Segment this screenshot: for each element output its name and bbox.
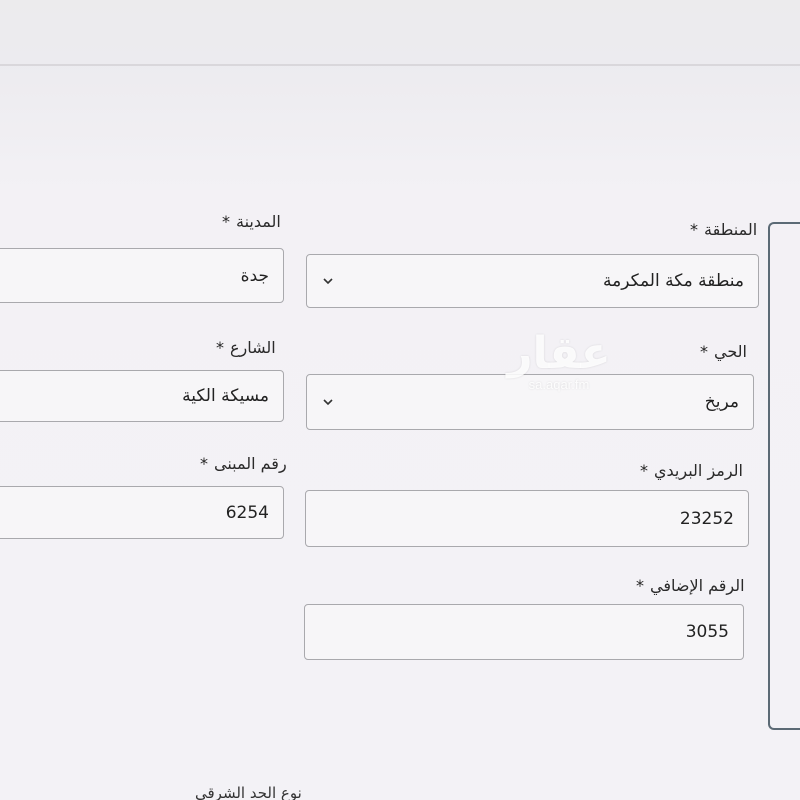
region-select-value: منطقة مكة المكرمة — [602, 271, 744, 291]
city-label: المدينة * — [222, 212, 281, 231]
street-field-value: مسيكة الكية — [182, 386, 269, 406]
additional-number-field-value: 3055 — [685, 622, 729, 642]
additional-number-label: الرقم الإضافي * — [636, 576, 745, 595]
additional-number-field[interactable]: 3055 — [304, 604, 744, 660]
postal-code-field-value: 23252 — [679, 508, 734, 529]
region-label-text: المنطقة — [704, 220, 758, 239]
aqar-watermark: عقار sa.aqar.fm — [494, 330, 624, 392]
region-required-mark: * — [690, 220, 698, 239]
chevron-down-icon — [323, 278, 333, 285]
street-required-mark: * — [216, 338, 224, 357]
chevron-down-icon — [323, 399, 333, 406]
watermark-logo: عقار — [507, 328, 611, 379]
street-label-text: الشارع — [230, 338, 276, 357]
additional-number-label-text: الرقم الإضافي — [650, 576, 745, 595]
building-number-field-value: 6254 — [225, 502, 269, 523]
district-label-text: الحي — [714, 342, 747, 361]
east-boundary-type-label: نوع الحد الشرقي — [195, 784, 302, 800]
postal-code-label: الرمز البريدي * — [640, 461, 743, 480]
city-field-value: جدة — [240, 265, 269, 286]
right-panel-edge — [768, 222, 800, 730]
region-label: المنطقة * — [690, 220, 757, 239]
city-field[interactable]: جدة — [0, 248, 284, 303]
district-required-mark: * — [700, 342, 708, 361]
postal-code-required-mark: * — [640, 461, 648, 480]
region-select[interactable]: منطقة مكة المكرمة — [306, 254, 759, 308]
additional-number-required-mark: * — [636, 576, 644, 595]
district-select-value: مريخ — [704, 392, 739, 412]
building-number-field[interactable]: 6254 — [0, 486, 284, 539]
city-required-mark: * — [222, 212, 230, 231]
top-divider — [0, 64, 800, 66]
building-number-label: رقم المبنى * — [200, 454, 287, 473]
watermark-url: sa.aqar.fm — [528, 377, 590, 392]
building-number-required-mark: * — [200, 454, 208, 473]
postal-code-label-text: الرمز البريدي — [654, 461, 743, 480]
address-form-page: المنطقة* منطقة مكة المكرمة المدينة* جدة … — [0, 0, 800, 800]
building-number-label-text: رقم المبنى — [214, 454, 287, 473]
street-field[interactable]: مسيكة الكية — [0, 370, 284, 422]
district-label: الحي * — [700, 342, 747, 361]
city-label-text: المدينة — [236, 212, 281, 231]
street-label: الشارع * — [216, 338, 276, 357]
postal-code-field[interactable]: 23252 — [305, 490, 749, 547]
